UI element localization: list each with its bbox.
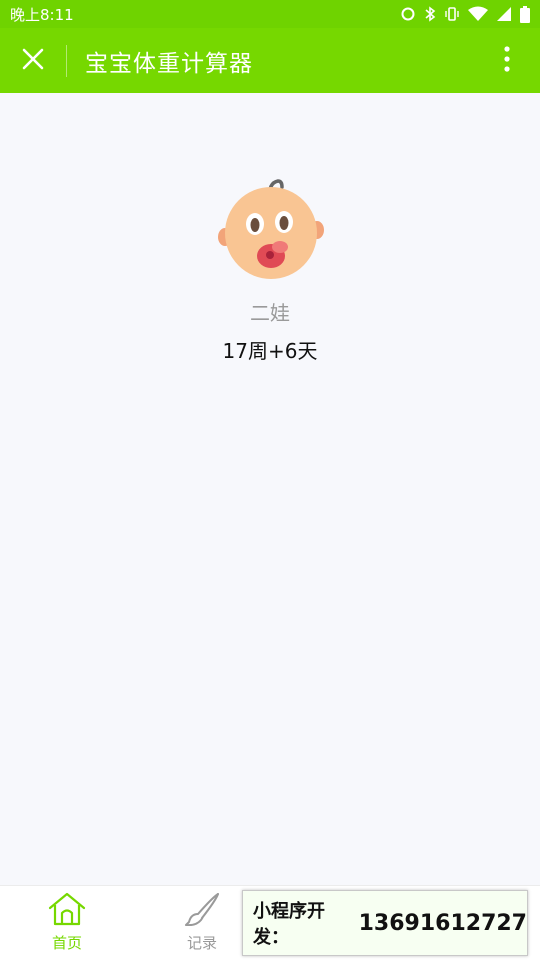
baby-age: 17周+6天: [222, 339, 318, 363]
vibrate-icon: [444, 6, 460, 22]
promo-banner[interactable]: 小程序开发： 13691612727: [242, 890, 528, 956]
home-icon: [47, 892, 87, 930]
more-vertical-icon: [503, 45, 511, 77]
baby-face-icon: [218, 179, 324, 287]
nav-divider: [66, 44, 67, 77]
tab-record[interactable]: 记录: [157, 892, 247, 956]
status-icons: [400, 5, 530, 23]
battery-icon: [520, 5, 530, 23]
close-button[interactable]: [0, 28, 66, 93]
page-title: 宝宝体重计算器: [85, 50, 253, 77]
promo-label: 小程序开发：: [253, 901, 325, 948]
signal-icon: [496, 6, 512, 22]
brush-icon: [182, 892, 222, 930]
main-content: 二娃 17周+6天: [0, 93, 540, 885]
wifi-icon: [468, 6, 488, 22]
baby-avatar[interactable]: [218, 177, 324, 283]
bluetooth-icon: [424, 6, 436, 22]
tab-home[interactable]: 首页: [22, 892, 112, 956]
baby-name: 二娃: [250, 301, 290, 325]
status-time: 晚上8:11: [10, 5, 74, 24]
tab-home-label: 首页: [51, 934, 82, 952]
promo-phone: 13691612727: [358, 910, 527, 936]
sync-icon: [400, 6, 416, 22]
more-button[interactable]: [474, 28, 540, 93]
nav-bar: 宝宝体重计算器: [0, 28, 540, 93]
status-bar: 晚上8:11: [0, 0, 540, 28]
close-icon: [21, 47, 45, 75]
tab-record-label: 记录: [186, 934, 217, 952]
